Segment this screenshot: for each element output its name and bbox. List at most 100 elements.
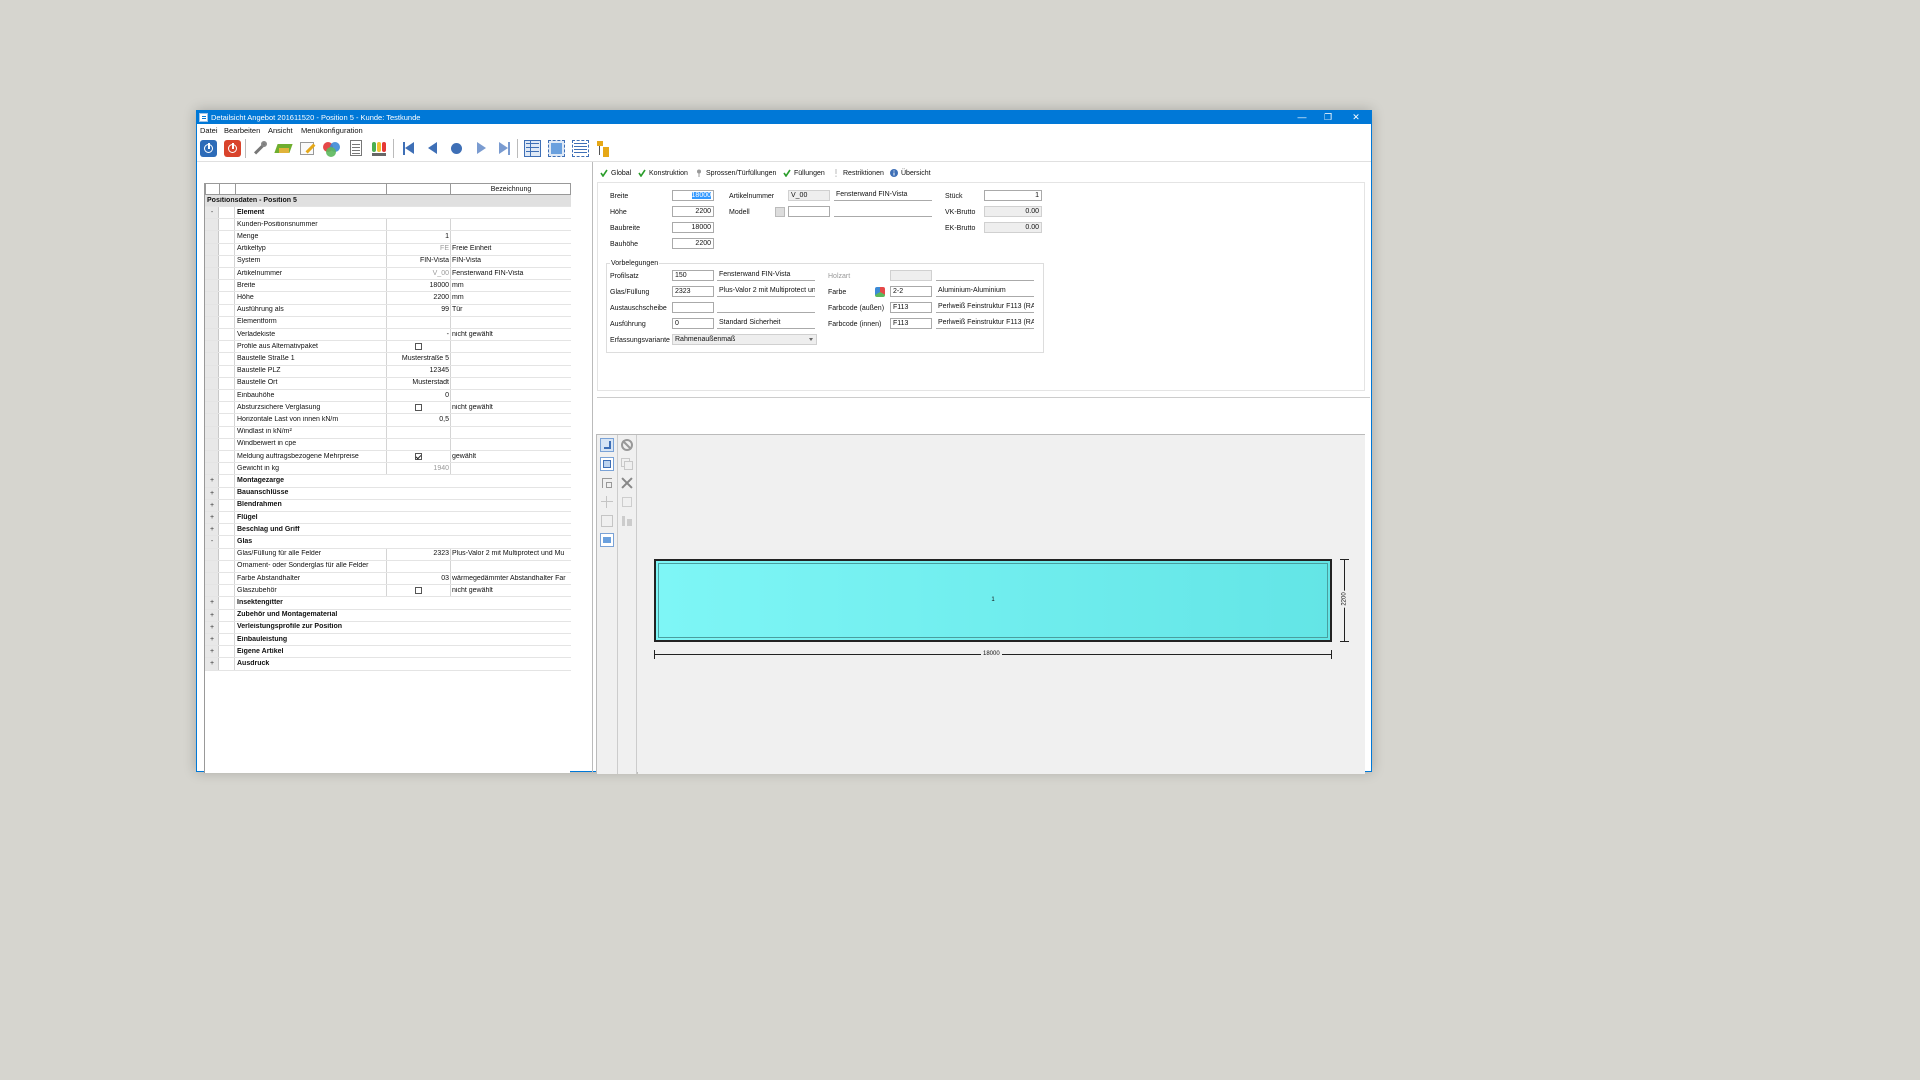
tab-fuellungen[interactable]: Füllungen [783, 169, 825, 181]
property-value[interactable]: 03 [387, 575, 449, 582]
property-value[interactable]: Musterstadt [387, 379, 449, 386]
expand-icon[interactable]: + [208, 660, 216, 668]
property-row[interactable]: Gewicht in kg 1940 [205, 463, 571, 476]
group-row[interactable]: + Insektengitter [205, 597, 571, 610]
property-value[interactable]: Musterstraße 5 [387, 355, 449, 362]
property-row[interactable]: Glaszubehör nicht gewählt [205, 585, 571, 598]
copy-icon[interactable] [620, 457, 634, 471]
table-view-icon[interactable] [571, 139, 590, 158]
property-row[interactable]: System FIN-Vista FIN-Vista [205, 255, 571, 268]
grid-view-icon[interactable] [523, 139, 542, 158]
property-row[interactable]: Windbeiwert in cpe [205, 438, 571, 451]
tab-global[interactable]: Global [600, 169, 631, 181]
group-row[interactable]: + Blendrahmen [205, 499, 571, 512]
group-row[interactable]: + Verleistungsprofile zur Position [205, 621, 571, 634]
property-value[interactable]: 2200 [387, 294, 449, 301]
expand-icon[interactable]: + [208, 526, 216, 534]
erfassung-select[interactable]: Rahmenaußenmaß [672, 334, 817, 345]
group-row[interactable]: + Bauanschlüsse [205, 487, 571, 500]
column-bezeichnung[interactable]: Bezeichnung [452, 186, 570, 193]
tab-uebersicht[interactable]: Übersicht [890, 169, 931, 181]
tab-konstruktion[interactable]: Konstruktion [638, 169, 688, 181]
palette-icon[interactable] [322, 139, 341, 158]
farbcode-aussen-input[interactable]: F113 [890, 302, 932, 313]
property-row[interactable]: Verladekiste - nicht gewählt [205, 329, 571, 342]
property-row[interactable]: Windlast in kN/m² [205, 426, 571, 439]
property-row[interactable]: Menge 1 [205, 231, 571, 244]
breite-input[interactable]: 18000 [672, 190, 714, 201]
glass-field[interactable]: 1 [654, 559, 1332, 642]
property-value[interactable]: FIN-Vista [387, 257, 449, 264]
property-value[interactable] [387, 452, 449, 460]
previous-record-icon[interactable] [423, 139, 442, 158]
property-value[interactable]: 0,5 [387, 416, 449, 423]
property-row[interactable]: Breite 18000 mm [205, 280, 571, 293]
minimize-button[interactable]: — [1289, 111, 1315, 124]
group-row[interactable]: + Eigene Artikel [205, 646, 571, 659]
restore-button[interactable]: ❐ [1315, 111, 1341, 124]
element-canvas[interactable]: 1 18000 2200 [638, 435, 1365, 774]
split-tool-icon[interactable] [600, 476, 614, 490]
group-row[interactable]: - Element [205, 207, 571, 220]
property-row[interactable]: Artikeltyp FE Freie Einheit [205, 243, 571, 256]
group-row[interactable]: + Flügel [205, 512, 571, 525]
resize-icon[interactable] [620, 495, 634, 509]
expand-icon[interactable]: + [208, 599, 216, 607]
modell-lookup-button[interactable] [775, 207, 785, 217]
property-row[interactable]: Horizontale Last von innen kN/m 0,5 [205, 414, 571, 427]
property-value[interactable]: 2323 [387, 550, 449, 557]
tools-icon[interactable] [250, 139, 269, 158]
menu-menuekonfiguration[interactable]: Menükonfiguration [301, 126, 363, 135]
collapse-icon[interactable]: - [208, 538, 216, 546]
checkbox[interactable] [414, 403, 422, 411]
property-row[interactable]: Baustelle Ort Musterstadt [205, 377, 571, 390]
austausch-input[interactable] [672, 302, 714, 313]
first-record-icon[interactable] [399, 139, 418, 158]
baubreite-input[interactable]: 18000 [672, 222, 714, 233]
next-record-icon[interactable] [471, 139, 490, 158]
property-row[interactable]: Meldung auftragsbezogene Mehrpreise gewäh… [205, 451, 571, 464]
menu-bearbeiten[interactable]: Bearbeiten [224, 126, 260, 135]
property-value[interactable]: - [387, 331, 449, 338]
property-row[interactable]: Glas/Füllung für alle Felder 2323 Plus-Val… [205, 548, 571, 561]
arrow-green-icon[interactable] [274, 139, 293, 158]
color-picker-icon[interactable] [875, 287, 885, 297]
modell-input[interactable] [788, 206, 830, 217]
property-row[interactable]: Elementform [205, 316, 571, 329]
last-record-icon[interactable] [495, 139, 514, 158]
checkbox[interactable] [414, 586, 422, 594]
property-value[interactable]: 1 [387, 233, 449, 240]
group-row[interactable]: + Zubehör und Montagematerial [205, 609, 571, 622]
group-row[interactable]: + Montagezarge [205, 475, 571, 488]
mullion-tool-icon[interactable] [600, 495, 614, 509]
property-row[interactable]: Kunden-Positionsnummer [205, 219, 571, 232]
farbe-input[interactable]: 2-2 [890, 286, 932, 297]
profilsatz-input[interactable]: 150 [672, 270, 714, 281]
property-value[interactable]: FE [387, 245, 449, 252]
expand-icon[interactable]: + [208, 477, 216, 485]
group-row[interactable]: + Beschlag und Griff [205, 524, 571, 537]
sash-tool-icon[interactable] [600, 514, 614, 528]
window-view-icon[interactable] [547, 139, 566, 158]
bauhoehe-input[interactable]: 2200 [672, 238, 714, 249]
traffic-light-icon[interactable] [370, 139, 389, 158]
tab-restriktionen[interactable]: Restriktionen [832, 169, 884, 181]
glass-tool-icon[interactable] [600, 533, 614, 547]
property-row[interactable]: Ornament- oder Sonderglas für alle Felde… [205, 560, 571, 573]
delete-icon[interactable] [620, 476, 634, 490]
title-bar[interactable]: Detailsicht Angebot 201611520 - Position… [197, 111, 1371, 124]
hoehe-input[interactable]: 2200 [672, 206, 714, 217]
close-button[interactable]: ✕ [1343, 111, 1369, 124]
property-value[interactable]: V_00 [387, 270, 449, 277]
property-row[interactable]: Artikelnummer V_00 Fensterwand FIN-Vista [205, 268, 571, 281]
tree-view-icon[interactable] [595, 139, 614, 158]
glas-input[interactable]: 2323 [672, 286, 714, 297]
pencil-icon[interactable] [298, 139, 317, 158]
cancel-icon[interactable] [620, 438, 634, 452]
checkbox[interactable] [414, 342, 422, 350]
property-value[interactable]: 0 [387, 392, 449, 399]
property-value[interactable]: 18000 [387, 282, 449, 289]
farbcode-innen-input[interactable]: F113 [890, 318, 932, 329]
collapse-icon[interactable]: - [208, 209, 216, 217]
property-row[interactable]: Farbe Abstandhalter 03 wärmegedämmter Abst… [205, 573, 571, 586]
